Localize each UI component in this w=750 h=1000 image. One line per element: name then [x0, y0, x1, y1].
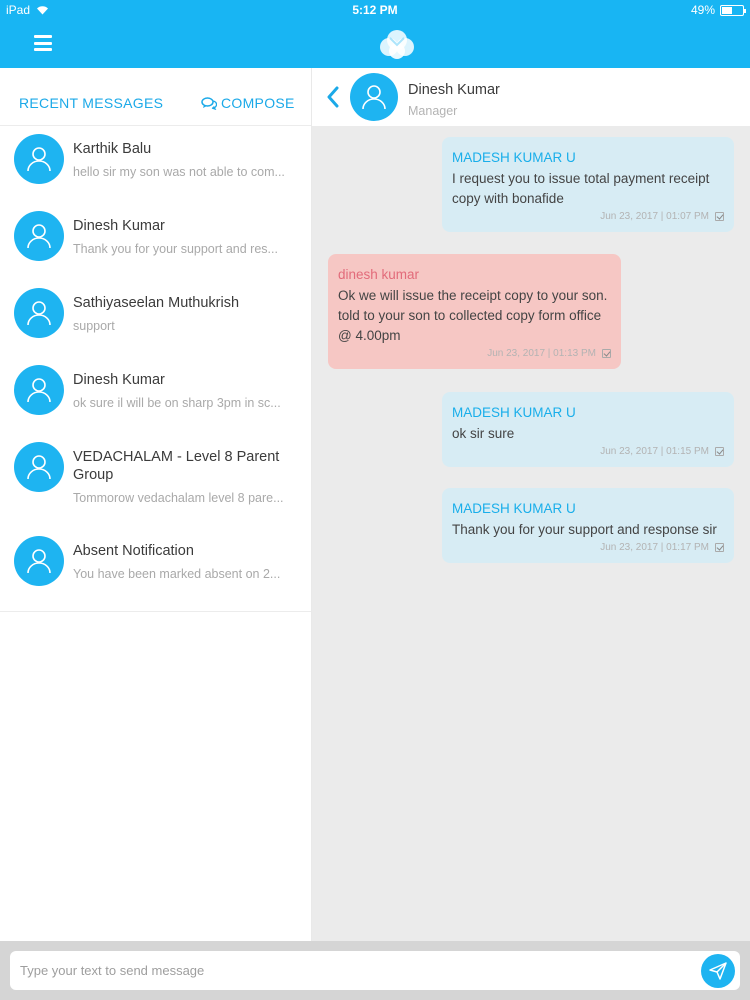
conversation-item[interactable]: Karthik Balu hello sir my son was not abl… [0, 126, 311, 203]
user-icon [27, 455, 51, 480]
message-time: Jun 23, 2017 | 01:17 PM [600, 542, 709, 553]
conversation-item[interactable]: Dinesh Kumar Thank you for your support a… [0, 203, 311, 280]
user-icon [27, 301, 51, 326]
conversation-snippet: Tommorow vedachalam level 8 pare... [73, 491, 284, 505]
send-icon [709, 962, 727, 980]
conversation-snippet: Thank you for your support and res... [73, 242, 278, 256]
battery-percent: 49% [690, 3, 715, 17]
conversation-snippet: ok sure il will be on sharp 3pm in sc... [73, 396, 281, 410]
user-icon [27, 549, 51, 574]
avatar [14, 134, 64, 184]
status-time: 5:12 PM [352, 3, 398, 17]
hamburger-line [34, 35, 52, 38]
hamburger-menu-button[interactable] [28, 32, 58, 54]
contact-name: Dinesh Kumar [408, 82, 500, 98]
avatar [14, 288, 64, 338]
hamburger-line [34, 41, 52, 45]
chat-header: Dinesh Kumar Manager [312, 68, 750, 126]
conversation-item[interactable]: Dinesh Kumar ok sure il will be on sharp … [0, 357, 311, 434]
message-bubble-outgoing: MADESH KUMAR U ok sir sure Jun 23, 2017 … [442, 392, 734, 467]
contact-role: Manager [408, 104, 458, 118]
message-bubble-outgoing: MADESH KUMAR U I request you to issue to… [442, 137, 734, 232]
battery-fill [722, 6, 732, 14]
read-check-icon [715, 543, 724, 552]
message-sender: dinesh kumar [338, 267, 420, 282]
message-time: Jun 23, 2017 | 01:07 PM [600, 211, 709, 222]
message-input[interactable] [20, 951, 700, 990]
contact-avatar [350, 73, 398, 121]
avatar [14, 536, 64, 586]
conversation-name: Absent Notification [73, 543, 194, 559]
send-button[interactable] [701, 954, 735, 988]
message-bubble-incoming: dinesh kumar Ok we will issue the receip… [328, 254, 621, 369]
user-icon [362, 85, 386, 110]
message-text: Thank you for your support and response … [452, 522, 717, 537]
conversation-item[interactable]: Sathiyaseelan Muthukrish support [0, 280, 311, 357]
user-icon [27, 224, 51, 249]
conversation-sidebar: RECENT MESSAGES COMPOSE Karthik Balu hell… [0, 68, 312, 941]
conversation-snippet: You have been marked absent on 2... [73, 567, 281, 581]
app-logo-icon [380, 30, 414, 59]
recent-messages-tab[interactable]: RECENT MESSAGES [19, 95, 163, 111]
avatar [14, 211, 64, 261]
message-bubble-outgoing: MADESH KUMAR U Thank you for your suppor… [442, 488, 734, 563]
composer-bar [0, 941, 750, 1000]
message-sender: MADESH KUMAR U [452, 501, 576, 516]
user-icon [27, 147, 51, 172]
read-check-icon [715, 447, 724, 456]
conversation-snippet: support [73, 319, 115, 333]
composer [10, 951, 740, 990]
compose-button[interactable]: COMPOSE [201, 95, 295, 111]
message-text: ok sir sure [452, 426, 515, 441]
message-sender: MADESH KUMAR U [452, 150, 576, 165]
conversation-name: Karthik Balu [73, 141, 152, 157]
conversation-name: VEDACHALAM - Level 8 Parent Group [73, 449, 280, 483]
conversation-name: Dinesh Kumar [73, 372, 165, 388]
avatar [14, 442, 64, 492]
message-text: Ok we will issue the receipt copy to you… [338, 288, 608, 343]
message-sender: MADESH KUMAR U [452, 405, 576, 420]
message-time: Jun 23, 2017 | 01:15 PM [600, 446, 709, 457]
battery-icon [720, 4, 746, 16]
chat-bubbles-icon [201, 96, 217, 110]
app-bar: iPad 5:12 PM 49% [0, 0, 750, 68]
chat-panel: Dinesh Kumar Manager MADESH KUMAR U I re… [312, 68, 750, 941]
message-text: I request you to issue total payment rec… [452, 171, 710, 206]
back-chevron-icon[interactable] [326, 86, 340, 108]
hamburger-line [34, 48, 52, 51]
user-icon [27, 378, 51, 403]
conversation-name: Dinesh Kumar [73, 218, 165, 234]
read-check-icon [715, 212, 724, 221]
read-check-icon [602, 349, 611, 358]
conversation-name: Sathiyaseelan Muthukrish [73, 295, 240, 311]
sidebar-header: RECENT MESSAGES COMPOSE [0, 68, 311, 126]
compose-label: COMPOSE [221, 95, 295, 111]
conversation-snippet: hello sir my son was not able to com... [73, 165, 285, 179]
conversation-item[interactable]: VEDACHALAM - Level 8 Parent Group Tommoro… [0, 434, 311, 528]
status-bar: iPad 5:12 PM 49% [0, 0, 750, 20]
avatar [14, 365, 64, 415]
conversation-item[interactable]: Absent Notification You have been marked … [0, 528, 311, 612]
message-time: Jun 23, 2017 | 01:13 PM [487, 348, 596, 359]
conversation-list: Karthik Balu hello sir my son was not abl… [0, 126, 311, 612]
